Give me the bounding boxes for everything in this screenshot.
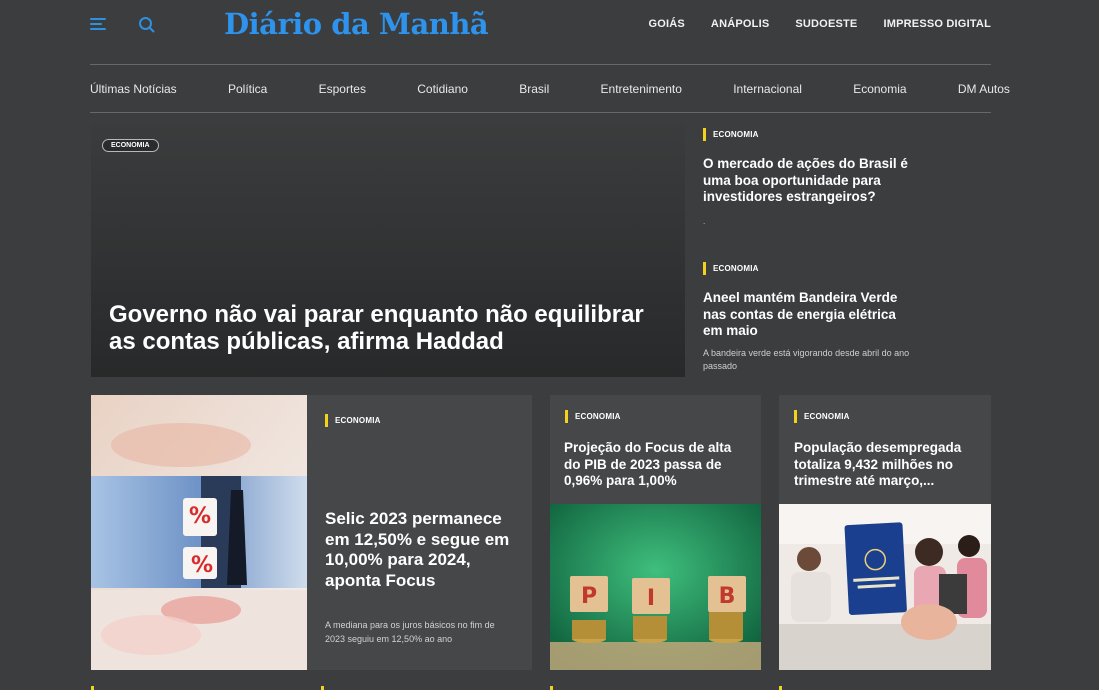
side-story-summary: .: [703, 216, 706, 226]
hero-story[interactable]: ECONOMIA Governo não vai parar enquanto …: [91, 123, 685, 377]
nav-item-dm-autos[interactable]: DM Autos: [958, 82, 1010, 96]
pib-letter-p: P: [581, 584, 597, 609]
story-card-pib[interactable]: ECONOMIA Projeção do Focus de alta do PI…: [550, 395, 761, 670]
hero-headline[interactable]: Governo não vai parar enquanto não equil…: [109, 301, 669, 355]
menu-icon[interactable]: [90, 18, 108, 32]
nav-item-ultimas-noticias[interactable]: Últimas Notícias: [90, 82, 177, 96]
selic-headline[interactable]: Selic 2023 permanece em 12,50% e segue e…: [325, 509, 515, 591]
category-tag: ECONOMIA: [703, 262, 993, 275]
side-story: ECONOMIA O mercado de ações do Brasil é …: [703, 128, 993, 228]
category-tag: ECONOMIA: [325, 414, 381, 427]
top-link-sudoeste[interactable]: SUDOESTE: [795, 18, 857, 30]
side-story-summary: A bandeira verde está vigorando desde ab…: [703, 347, 910, 371]
pib-letter-b: B: [719, 584, 736, 609]
nav-item-brasil[interactable]: Brasil: [519, 82, 549, 96]
side-story: ECONOMIA Aneel mantém Bandeira Verde nas…: [703, 262, 993, 373]
nav-item-politica[interactable]: Política: [228, 82, 267, 96]
nav-item-internacional[interactable]: Internacional: [733, 82, 802, 96]
pib-image: P I B: [550, 504, 761, 670]
selic-summary: A mediana para os juros básicos no fim d…: [325, 620, 495, 644]
top-link-anapolis[interactable]: ANÁPOLIS: [711, 18, 769, 30]
top-link-impresso-digital[interactable]: IMPRESSO DIGITAL: [883, 18, 991, 30]
desemprego-image: [779, 504, 991, 670]
category-tag: ECONOMIA: [794, 410, 850, 423]
pib-letter-i: I: [647, 586, 655, 611]
selic-image: % %: [91, 395, 307, 670]
desemprego-headline[interactable]: População desempregada totaliza 9,432 mi…: [794, 440, 980, 490]
story-card-selic[interactable]: % % ECONOMIA Selic 2023 permanece em 12,…: [91, 395, 532, 670]
search-icon[interactable]: [137, 15, 157, 35]
top-links: GOIÁS ANÁPOLIS SUDOESTE IMPRESSO DIGITAL: [648, 18, 991, 30]
hero-category-badge[interactable]: ECONOMIA: [102, 139, 159, 152]
side-story-headline[interactable]: Aneel mantém Bandeira Verde nas contas d…: [703, 290, 919, 340]
svg-text:%: %: [191, 553, 213, 578]
nav-divider: [90, 112, 991, 113]
header-divider: [90, 64, 991, 65]
top-link-goias[interactable]: GOIÁS: [648, 18, 684, 30]
nav-item-economia[interactable]: Economia: [853, 82, 906, 96]
pib-headline[interactable]: Projeção do Focus de alta do PIB de 2023…: [564, 440, 750, 490]
side-story-headline[interactable]: O mercado de ações do Brasil é uma boa o…: [703, 156, 915, 206]
story-card-desemprego[interactable]: ECONOMIA População desempregada totaliza…: [779, 395, 991, 670]
category-tag: ECONOMIA: [703, 128, 993, 141]
svg-text:%: %: [189, 504, 211, 529]
nav-item-cotidiano[interactable]: Cotidiano: [417, 82, 468, 96]
nav-item-entretenimento[interactable]: Entretenimento: [601, 82, 682, 96]
site-logo[interactable]: Diário da Manhã: [224, 7, 489, 41]
category-tag: ECONOMIA: [565, 410, 621, 423]
nav-item-esportes[interactable]: Esportes: [319, 82, 366, 96]
site-header: Diário da Manhã GOIÁS ANÁPOLIS SUDOESTE …: [0, 0, 1099, 64]
main-nav: Últimas Notícias Política Esportes Cotid…: [90, 82, 1010, 96]
